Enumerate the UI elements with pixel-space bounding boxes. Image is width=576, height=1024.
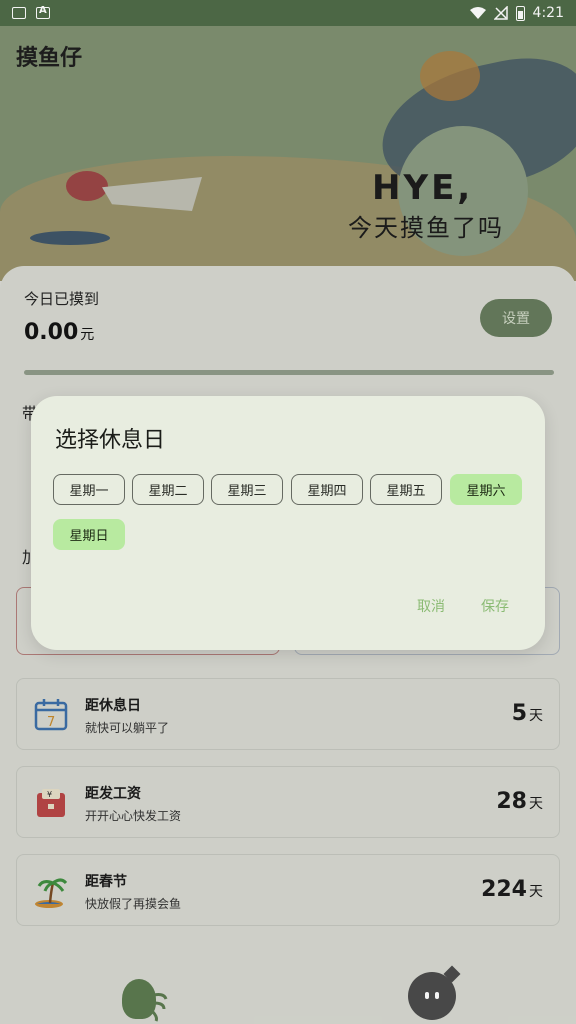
cancel-button[interactable]: 取消 [417, 596, 445, 616]
chip-tuesday[interactable]: 星期二 [132, 474, 204, 505]
chip-saturday[interactable]: 星期六 [450, 474, 522, 505]
dialog-title: 选择休息日 [55, 428, 166, 453]
chip-sunday[interactable]: 星期日 [53, 519, 125, 550]
chip-wednesday[interactable]: 星期三 [211, 474, 283, 505]
rest-day-dialog: 选择休息日 星期一 星期二 星期三 星期四 星期五 星期六 星期日 取消 保存 [31, 396, 545, 650]
chip-monday[interactable]: 星期一 [53, 474, 125, 505]
chip-friday[interactable]: 星期五 [370, 474, 442, 505]
chip-thursday[interactable]: 星期四 [291, 474, 363, 505]
save-button[interactable]: 保存 [481, 596, 509, 616]
